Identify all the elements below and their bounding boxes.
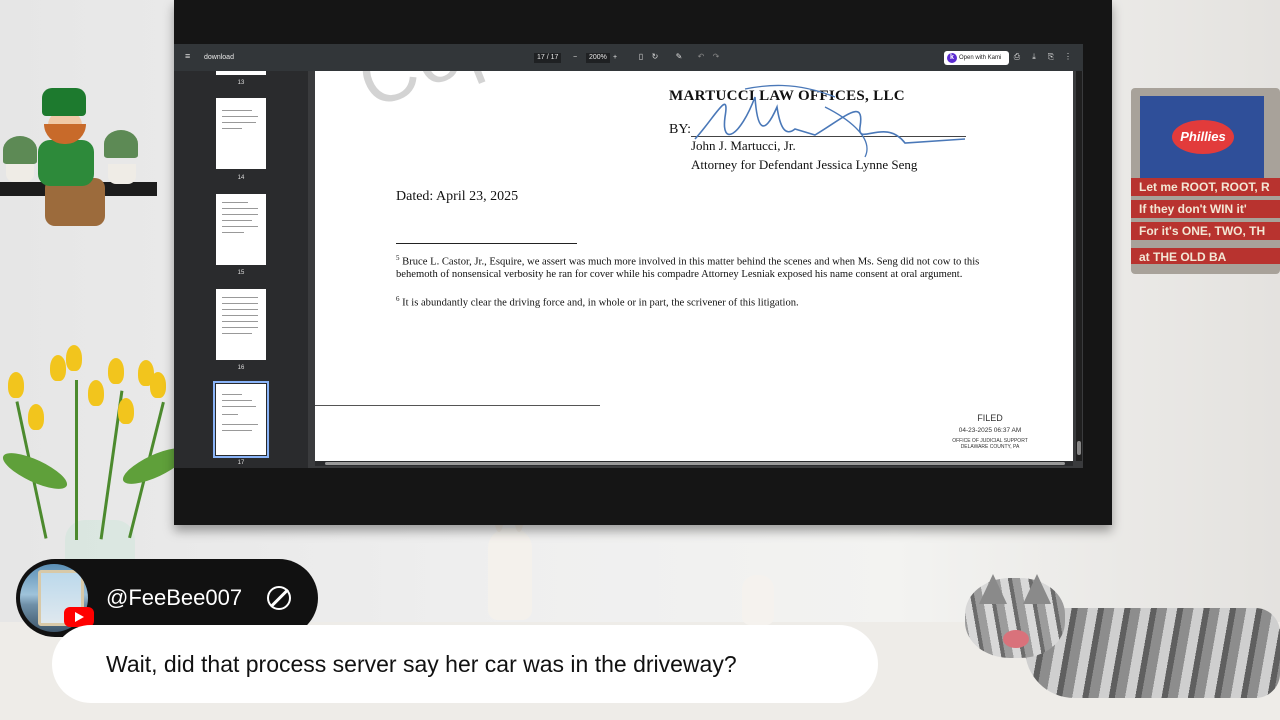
signer-role: Attorney for Defendant Jessica Lynne Sen… [691, 157, 918, 172]
tulip-flower [108, 358, 124, 384]
page-number-field[interactable]: 17 / 17 [534, 53, 562, 63]
page-thumbnail[interactable] [216, 98, 266, 169]
undo-icon[interactable]: ↶ [696, 52, 706, 62]
tabby-cat [965, 568, 1280, 703]
page-view[interactable]: Copy MARTUCCI LAW OFFICES, LLC BY: John … [308, 71, 1083, 468]
redo-icon[interactable]: ↷ [711, 52, 721, 62]
sign-text-line: If they don't WIN it' [1131, 200, 1280, 218]
ceramic-bunny [488, 498, 532, 620]
footnote-5: 5 Bruce L. Castor, Jr., Esquire, we asse… [396, 252, 996, 281]
page-thumbnail[interactable] [216, 194, 266, 265]
thumbnail-number: 13 [237, 80, 245, 86]
footnote-separator [396, 243, 577, 244]
current-page[interactable]: 17 [537, 54, 545, 61]
vertical-scrollbar[interactable] [1076, 71, 1082, 461]
tulip-flower [118, 398, 134, 424]
page-thumbnail[interactable] [216, 289, 266, 360]
cat-yawn-mouth [1003, 630, 1029, 648]
page-footer-rule [315, 405, 600, 406]
tulip-flower [88, 380, 104, 406]
print-icon[interactable]: ⎘ [1046, 52, 1056, 62]
tulip-flower [28, 404, 44, 430]
block-icon [267, 586, 291, 610]
ceramic-bunny-small [742, 575, 774, 625]
fit-page-icon[interactable]: ▯ [636, 52, 646, 62]
page-total: / 17 [546, 54, 559, 61]
sign-text-line: For it's ONE, TWO, TH [1131, 222, 1280, 240]
cat-head [965, 574, 1065, 658]
thumbnail-number: 17 [237, 460, 245, 466]
pdf-page: Copy MARTUCCI LAW OFFICES, LLC BY: John … [315, 71, 1073, 461]
leprechaun-figure-body [38, 140, 94, 186]
filed-stamp-county: DELAWARE COUNTY, PA [960, 444, 1020, 450]
cat-ear [979, 574, 1007, 604]
sign-text-line: Let me ROOT, ROOT, R [1131, 178, 1280, 196]
open-with-kami-label: Open with Kami [959, 55, 1002, 61]
page-thumbnail-selected[interactable] [213, 381, 269, 458]
kami-icon: k [947, 53, 957, 63]
open-with-kami-button[interactable]: k Open with Kami [944, 51, 1009, 65]
thumbnail-number: 14 [237, 175, 245, 181]
phillies-logo: Phillies [1172, 120, 1234, 154]
sign-text-line: at THE OLD BA [1131, 248, 1280, 264]
chat-message-text: Wait, did that process server say her ca… [106, 651, 737, 677]
dated-line: Dated: April 23, 2025 [396, 189, 519, 204]
more-icon[interactable]: ⋮ [1063, 52, 1073, 62]
menu-icon[interactable]: ≡ [185, 52, 193, 61]
rotate-icon[interactable]: ↻ [650, 52, 660, 62]
horizontal-scrollbar[interactable] [315, 461, 1073, 466]
thumbnail-number: 15 [237, 270, 245, 276]
file-name: download [204, 54, 234, 61]
page-thumbnail[interactable] [216, 71, 266, 75]
pdf-viewer-window: ≡ download 17 / 17 − 200% + ▯ ↻ ✎ ↶ ↷ kO… [174, 44, 1083, 468]
author-handle: @FeeBee007 [106, 585, 243, 610]
footnote-text: Bruce L. Castor, Jr., Esquire, we assert… [396, 256, 980, 280]
scroll-thumb[interactable] [1077, 441, 1081, 455]
scroll-thumb[interactable] [325, 462, 1065, 465]
filed-stamp-title: FILED [977, 413, 1003, 423]
tulip-flower [50, 355, 66, 381]
download-icon[interactable]: ⤓ [1029, 52, 1039, 62]
leprechaun-figure-hat [42, 88, 86, 116]
succulent-pot [108, 164, 136, 184]
succulent-pot [6, 162, 34, 182]
zoom-in-icon[interactable]: + [613, 53, 617, 63]
cat-ear [1023, 574, 1051, 604]
tulip-stem [75, 380, 78, 540]
thumbnail-sidebar: 13 14 15 16 17 [174, 71, 308, 468]
signer-name: John J. Martucci, Jr. [691, 138, 796, 153]
tulip-flower [8, 372, 24, 398]
zoom-out-icon[interactable]: − [573, 53, 577, 63]
succulent-plant [104, 130, 138, 158]
thumbnail-number: 16 [237, 365, 245, 371]
copy-watermark: Copy [345, 71, 555, 127]
filed-stamp-datetime: 04-23-2025 06:37 AM [958, 427, 1022, 434]
save-copy-icon[interactable]: ⎙ [1012, 52, 1022, 62]
youtube-icon [64, 607, 94, 627]
tulip-flower [150, 372, 166, 398]
zoom-level[interactable]: 200% [586, 53, 610, 63]
footnote-6: 6 It is abundantly clear the driving for… [396, 293, 996, 310]
pdf-toolbar: ≡ download 17 / 17 − 200% + ▯ ↻ ✎ ↶ ↷ kO… [174, 44, 1083, 71]
phillies-wall-sign: Phillies Let me ROOT, ROOT, R If they do… [1131, 88, 1280, 274]
annotate-icon[interactable]: ✎ [674, 52, 684, 62]
chat-message-bubble: Wait, did that process server say her ca… [52, 625, 878, 703]
sign-baseball-panel: Phillies [1140, 96, 1264, 180]
succulent-plant [3, 136, 37, 164]
tulip-flower [66, 345, 82, 371]
footnote-text: It is abundantly clear the driving force… [399, 297, 799, 309]
